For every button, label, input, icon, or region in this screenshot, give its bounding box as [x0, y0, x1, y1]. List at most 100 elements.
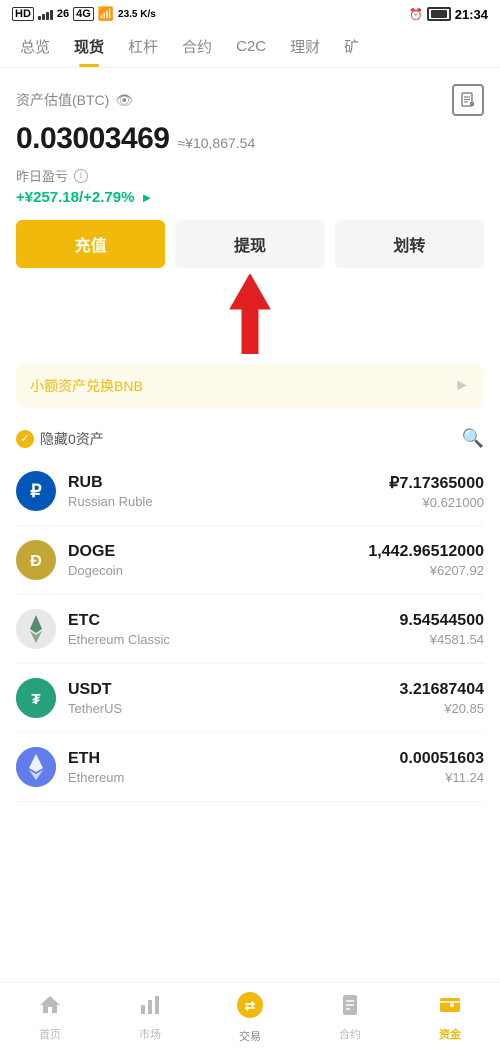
tab-overview[interactable]: 总览	[8, 26, 62, 67]
tab-c2c[interactable]: C2C	[224, 28, 278, 65]
rub-amount: ₽7.17365000	[389, 473, 484, 493]
asset-cny-value: ≈¥10,867.54	[178, 135, 256, 151]
bottom-nav-trade[interactable]: ⇄ 交易	[220, 991, 280, 1044]
bottom-nav-assets[interactable]: 资金	[420, 993, 480, 1042]
coin-item-usdt[interactable]: ₮ USDT TetherUS 3.21687404 ¥20.85	[16, 664, 484, 733]
bottom-nav-home[interactable]: 首页	[20, 993, 80, 1042]
doge-info: DOGE Dogecoin	[68, 543, 368, 578]
assets-label: 资金	[439, 1026, 461, 1042]
rub-symbol: RUB	[68, 474, 389, 492]
speed-text: 23.5 K/s	[118, 9, 156, 20]
svg-text:⇄: ⇄	[245, 998, 256, 1013]
status-left: HD 26 4G 📶 23.5 K/s	[12, 6, 156, 22]
bottom-nav-contract[interactable]: 合约	[320, 993, 380, 1042]
contract-icon	[338, 993, 362, 1023]
pnl-value-text: +¥257.18/+2.79%	[16, 189, 134, 206]
usdt-cny: ¥20.85	[399, 701, 484, 716]
tab-contract[interactable]: 合约	[170, 26, 224, 67]
etc-icon	[16, 609, 56, 649]
bnb-banner[interactable]: 小额资产兑换BNB ►	[16, 364, 484, 408]
battery-icon	[427, 7, 451, 21]
doge-icon: Ð	[16, 540, 56, 580]
eye-icon[interactable]: 👁	[115, 92, 133, 109]
asset-value-row: 0.03003469 ≈¥10,867.54	[16, 122, 484, 160]
tab-mining[interactable]: 矿	[332, 26, 371, 67]
home-label: 首页	[39, 1026, 61, 1042]
yesterday-pnl: 昨日盈亏 i	[16, 166, 484, 185]
time-display: 21:34	[455, 7, 488, 22]
arrow-annotation	[16, 274, 484, 354]
red-up-arrow	[215, 274, 285, 354]
etc-amount: 9.54544500	[399, 612, 484, 630]
tab-finance[interactable]: 理财	[278, 26, 332, 67]
market-label: 市场	[139, 1026, 161, 1042]
receipt-icon[interactable]	[452, 84, 484, 116]
usdt-info: USDT TetherUS	[68, 681, 399, 716]
asset-title: 资产估值(BTC) 👁	[16, 90, 133, 110]
hd-badge: HD	[12, 7, 34, 21]
status-bar: HD 26 4G 📶 23.5 K/s ⏰ 21:34	[0, 0, 500, 26]
coin-item-eth[interactable]: ETH Ethereum 0.00051603 ¥11.24	[16, 733, 484, 802]
home-icon	[38, 993, 62, 1023]
trade-icon: ⇄	[236, 991, 264, 1025]
rub-balance: ₽7.17365000 ¥0.621000	[389, 473, 484, 510]
bnb-arrow-icon: ►	[454, 377, 470, 395]
usdt-symbol: USDT	[68, 681, 399, 699]
rub-info: RUB Russian Ruble	[68, 474, 389, 509]
bottom-nav: 首页 市场 ⇄ 交易 合约	[0, 982, 500, 1056]
usdt-fullname: TetherUS	[68, 701, 399, 716]
coin-item-doge[interactable]: Ð DOGE Dogecoin 1,442.96512000 ¥6207.92	[16, 526, 484, 595]
signal-bars	[38, 8, 53, 20]
rub-icon: ₽	[16, 471, 56, 511]
coin-list: ₽ RUB Russian Ruble ₽7.17365000 ¥0.62100…	[16, 457, 484, 882]
pnl-row: +¥257.18/+2.79% ►	[16, 189, 484, 206]
coin-item-rub[interactable]: ₽ RUB Russian Ruble ₽7.17365000 ¥0.62100…	[16, 457, 484, 526]
doge-cny: ¥6207.92	[368, 563, 484, 578]
hide-assets-toggle[interactable]: ✓ 隐藏0资产	[16, 429, 104, 449]
usdt-icon: ₮	[16, 678, 56, 718]
deposit-button[interactable]: 充值	[16, 220, 165, 268]
withdraw-button[interactable]: 提现	[175, 220, 324, 268]
network-type: 26	[57, 8, 69, 20]
asset-title-text: 资产估值(BTC)	[16, 90, 109, 110]
svg-text:Ð: Ð	[30, 553, 42, 570]
eth-fullname: Ethereum	[68, 770, 399, 785]
etc-info: ETC Ethereum Classic	[68, 612, 399, 647]
info-icon: i	[74, 169, 88, 183]
status-right: ⏰ 21:34	[409, 7, 488, 22]
etc-cny: ¥4581.54	[399, 632, 484, 647]
battery-fill	[431, 10, 447, 18]
tab-leverage[interactable]: 杠杆	[116, 26, 170, 67]
coin-item-etc[interactable]: ETC Ethereum Classic 9.54544500 ¥4581.54	[16, 595, 484, 664]
etc-balance: 9.54544500 ¥4581.54	[399, 612, 484, 647]
eth-symbol: ETH	[68, 750, 399, 768]
eth-icon	[16, 747, 56, 787]
asset-header: 资产估值(BTC) 👁	[16, 84, 484, 116]
asset-btc-value: 0.03003469	[16, 122, 170, 156]
nav-tabs: 总览 现货 杠杆 合约 C2C 理财 矿	[0, 26, 500, 68]
check-circle-icon: ✓	[16, 430, 34, 448]
rub-fullname: Russian Ruble	[68, 494, 389, 509]
eth-cny: ¥11.24	[399, 770, 484, 785]
contract-label: 合约	[339, 1026, 361, 1042]
doge-fullname: Dogecoin	[68, 563, 368, 578]
bnb-banner-text: 小额资产兑换BNB	[30, 376, 143, 396]
bottom-nav-market[interactable]: 市场	[120, 993, 180, 1042]
market-icon	[138, 993, 162, 1023]
wifi-icon: 📶	[98, 6, 114, 22]
alarm-icon: ⏰	[409, 8, 423, 21]
eth-balance: 0.00051603 ¥11.24	[399, 750, 484, 785]
etc-fullname: Ethereum Classic	[68, 632, 399, 647]
doge-symbol: DOGE	[68, 543, 368, 561]
etc-symbol: ETC	[68, 612, 399, 630]
eth-amount: 0.00051603	[399, 750, 484, 768]
lte-badge: 4G	[73, 7, 94, 21]
search-icon[interactable]: 🔍	[462, 428, 484, 449]
main-content: 资产估值(BTC) 👁 0.03003469 ≈¥10,867.54 昨日盈亏 …	[0, 68, 500, 882]
tab-spot[interactable]: 现货	[62, 26, 116, 67]
doge-amount: 1,442.96512000	[368, 543, 484, 561]
usdt-amount: 3.21687404	[399, 681, 484, 699]
assets-icon	[438, 993, 462, 1023]
transfer-button[interactable]: 划转	[335, 220, 484, 268]
action-buttons: 充值 提现 划转	[16, 220, 484, 268]
